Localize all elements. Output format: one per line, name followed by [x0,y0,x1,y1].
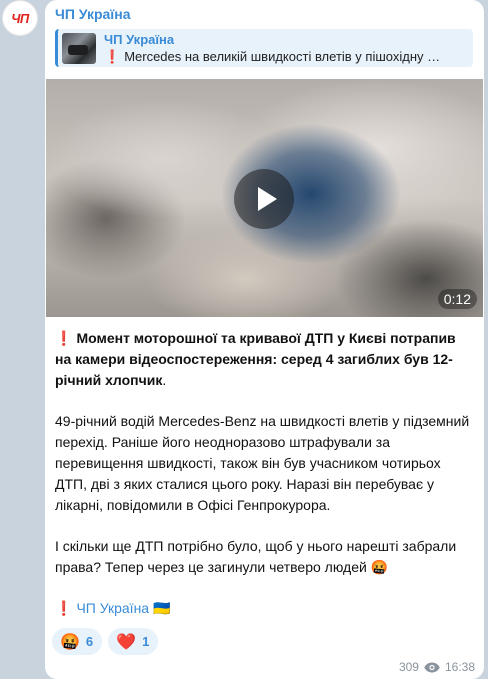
message-text: ❗ Момент моторошної та кривавої ДТП у Киє… [55,328,475,619]
exclamation-icon: ❗ [104,49,121,64]
reaction-count: 1 [142,634,150,649]
sender-name[interactable]: ЧП Україна [55,6,131,22]
angry-face-icon: 🤬 [60,633,80,651]
channel-avatar[interactable]: ЧП [2,0,38,36]
video-player[interactable]: 0:12 [46,79,483,317]
heart-icon: ❤️ [116,633,137,651]
message-meta: 309 16:38 [399,660,475,674]
channel-signature-link[interactable]: ЧП Україна 🇺🇦 [76,600,170,616]
play-button[interactable] [234,169,294,229]
signature-exclamation-icon: ❗ [55,600,73,616]
reactions-bar: 🤬 6 ❤️ 1 [52,628,159,655]
message-bubble: ЧП Україна ЧП Україна ❗ Mercedes на велик… [45,0,484,679]
exclamation-icon: ❗ [55,330,73,346]
reaction-heart[interactable]: ❤️ 1 [108,628,159,655]
forward-preview-text: ❗ Mercedes на великій швидкості влетів у … [104,49,469,65]
forward-preview-label: Mercedes на великій швидкості влетів у п… [124,49,441,64]
video-duration: 0:12 [437,289,477,309]
eye-icon [424,662,440,672]
forward-source-name: ЧП Україна [104,32,175,47]
view-count: 309 [398,660,419,674]
headline: Момент моторошної та кривавої ДТП у Києв… [55,330,456,388]
reaction-angry[interactable]: 🤬 6 [52,628,103,655]
reaction-count: 6 [85,634,94,649]
avatar-text: ЧП [11,10,29,26]
play-icon [257,187,277,211]
message-time: 16:38 [444,660,475,674]
forwarded-reply-preview[interactable]: ЧП Україна ❗ Mercedes на великій швидкост… [55,29,473,67]
headline-end: . [162,372,167,388]
forward-thumbnail [62,33,96,64]
paragraph-details: 49-річний водій Mercedes-Benz на швидкос… [55,413,470,513]
paragraph-question: І скільки ще ДТП потрібно було, щоб у нь… [55,538,457,575]
